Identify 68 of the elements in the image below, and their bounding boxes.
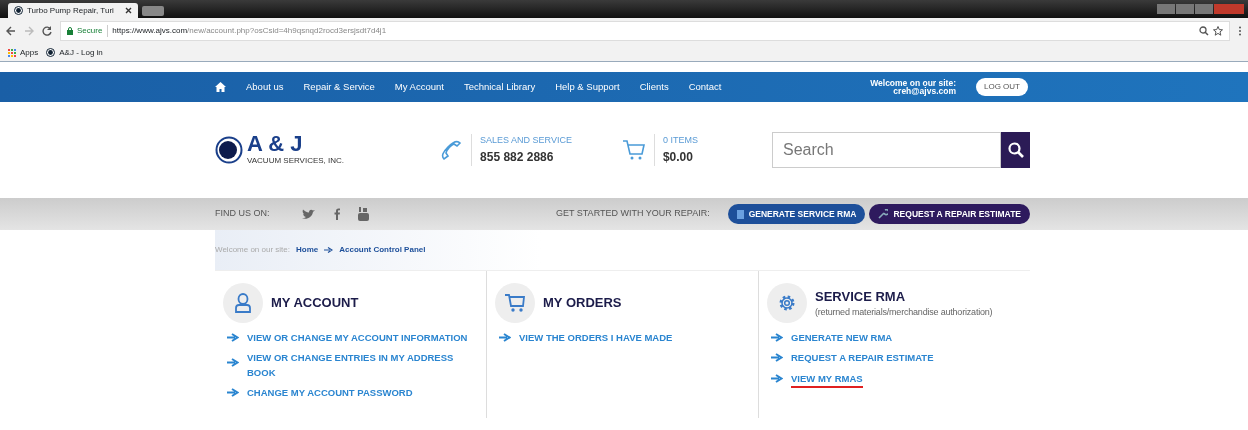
nav-link[interactable]: My Account (394, 79, 444, 95)
panel-title: MY ACCOUNT (271, 294, 359, 313)
cart-total: $0.00 (662, 148, 694, 166)
bird-icon[interactable] (301, 208, 316, 220)
site-icon (46, 48, 56, 57)
nav-link[interactable]: About us (246, 79, 284, 95)
logo-icon (215, 136, 243, 164)
close-icon[interactable] (125, 7, 132, 14)
welcome-text: Welcome on our site: creh@ajvs.com (870, 78, 956, 96)
account-link[interactable]: VIEW THE ORDERS I HAVE MADE (519, 331, 673, 346)
logout-button[interactable]: LOG OUT (976, 78, 1028, 96)
account-link[interactable]: GENERATE NEW RMA (791, 331, 893, 346)
phone-number: 855 882 2886 (480, 148, 555, 166)
cart-icon (504, 293, 526, 313)
nav-link[interactable]: Clients (639, 79, 669, 95)
zoom-icon[interactable] (1199, 26, 1209, 36)
cart-icon (621, 139, 646, 161)
back-icon[interactable] (6, 26, 16, 36)
arrow-icon (227, 387, 239, 397)
arrow-icon (227, 358, 239, 368)
panel-title: MY ORDERS (543, 294, 622, 313)
arrow-icon (227, 333, 239, 342)
find-us-label: FIND US ON: (215, 207, 270, 221)
search-button[interactable] (1001, 132, 1030, 168)
bookmark[interactable]: A&J - Log in (46, 46, 103, 59)
phone-icon (439, 138, 464, 162)
gear-icon (777, 293, 797, 313)
account-link[interactable]: VIEW OR CHANGE MY ACCOUNT INFORMATION (247, 331, 468, 346)
search-icon (1007, 142, 1024, 158)
site-icon (14, 6, 23, 15)
bookmark[interactable]: Apps (8, 46, 39, 59)
account-link[interactable]: REQUEST A REPAIR ESTIMATE (791, 351, 934, 366)
browser-tab[interactable]: Turbo Pump Repair, Turi (8, 3, 138, 18)
grid-icon (8, 48, 16, 57)
nav-link[interactable]: Help & Support (555, 79, 620, 95)
account-link[interactable]: CHANGE MY ACCOUNT PASSWORD (247, 385, 413, 400)
tab-title: Turbo Pump Repair, Turi (27, 4, 114, 17)
nav-link[interactable]: Contact (688, 79, 722, 95)
arrow-icon (499, 333, 511, 342)
panel-title: SERVICE RMA (815, 287, 907, 306)
breadcrumb-link[interactable]: Home (296, 244, 319, 256)
cta-button[interactable]: REQUEST A REPAIR ESTIMATE (869, 203, 1030, 225)
lock-icon (67, 27, 73, 35)
breadcrumb-link[interactable]: Account Control Panel (339, 244, 426, 256)
facebook-icon[interactable] (333, 208, 340, 220)
logo-subtitle: VACUUM SERVICES, INC. (247, 155, 345, 167)
account-link[interactable]: VIEW OR CHANGE ENTRIES IN MY ADDRESS BOOK (247, 351, 477, 380)
cta-label: GET STARTED WITH YOUR REPAIR: (555, 207, 710, 221)
arrow-icon (771, 353, 783, 363)
star-icon[interactable] (1213, 26, 1223, 36)
panel-subtitle: (returned materials/merchandise authorization) (815, 306, 993, 319)
cart-count: 0 ITEMS (662, 134, 698, 148)
cta-button[interactable]: GENERATE SERVICE RMA (727, 203, 866, 225)
phone-label: SALES AND SERVICE (480, 134, 572, 148)
logo-text: A & J (247, 133, 304, 155)
nav-link[interactable]: Technical Library (463, 79, 536, 95)
home-icon[interactable] (215, 82, 226, 92)
document-icon (736, 209, 744, 219)
menu-icon[interactable] (1238, 26, 1242, 36)
nav-link[interactable]: Repair & Service (303, 79, 375, 95)
account-link[interactable]: VIEW MY RMAS (791, 371, 863, 388)
arrow-icon (324, 247, 334, 253)
arrow-icon (771, 333, 783, 342)
user-icon (235, 293, 251, 313)
reload-icon[interactable] (42, 26, 52, 36)
breadcrumb-intro: Welcome on our site: (215, 244, 290, 256)
address-bar[interactable]: Secure https://www.ajvs.com/new/account.php?osCsid=4h9qsnqd2rocd3ersjsdt7d4j1 (60, 21, 1230, 41)
arrow-icon (771, 373, 783, 383)
